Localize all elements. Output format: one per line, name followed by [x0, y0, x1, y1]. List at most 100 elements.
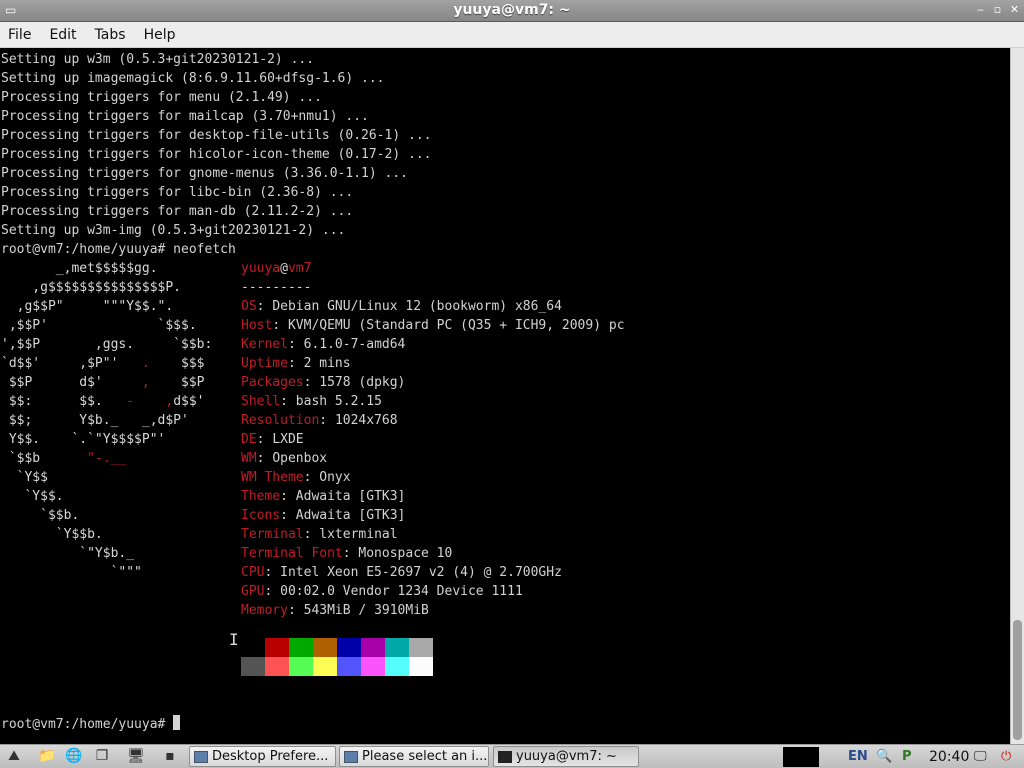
color-swatch: [313, 638, 337, 657]
output-line: Setting up w3m (0.5.3+git20230121-2) ...: [1, 52, 315, 67]
info-colon: :: [280, 394, 296, 409]
command-line: root@vm7:/home/yuuya# neofetch: [1, 242, 236, 257]
info-row: Uptime: 2 mins: [241, 354, 351, 373]
info-value: 6.1.0-7-amd64: [303, 337, 406, 352]
minimize-button[interactable]: ‒: [975, 3, 986, 17]
info-value: 00:02.0 Vendor 1234 Device 1111: [280, 584, 523, 599]
logo-line: ,g$$P" """Y$$.".: [1, 299, 174, 314]
info-value: Intel Xeon E5-2697 v2 (4) @ 2.700GHz: [280, 565, 562, 580]
window-icon: [194, 750, 208, 763]
terminal-output[interactable]: Setting up w3m (0.5.3+git20230121-2) ...…: [0, 48, 1010, 744]
info-key: Resolution: [241, 413, 320, 428]
info-row: OS: Debian GNU/Linux 12 (bookworm) x86_6…: [241, 297, 562, 316]
neofetch-separator: ---------: [241, 280, 312, 295]
terminal-scrollbar[interactable]: [1010, 48, 1024, 744]
info-row: GPU: 00:02.0 Vendor 1234 Device 1111: [241, 582, 523, 601]
info-colon: :: [287, 337, 304, 352]
info-colon: :: [280, 489, 296, 504]
window-titlebar[interactable]: ▭ yuuya@vm7: ~ ‒ ▫ ✕: [0, 0, 1024, 22]
color-swatch: [385, 638, 409, 657]
info-colon: :: [264, 565, 281, 580]
color-palette-bottom: [241, 657, 433, 676]
browser-icon[interactable]: 🌐: [64, 747, 84, 766]
info-row: WM: Openbox: [241, 449, 327, 468]
info-value: 543MiB / 3910MiB: [303, 603, 429, 618]
info-colon: :: [256, 432, 273, 447]
info-key: CPU: [241, 565, 265, 580]
task-label: yuuya@vm7: ~: [516, 749, 617, 764]
info-colon: :: [264, 584, 281, 599]
task-please-select[interactable]: Please select an i...: [339, 746, 489, 767]
color-swatch: [337, 657, 361, 676]
info-key: Memory: [241, 603, 288, 618]
clipboard-icon[interactable]: P: [902, 747, 912, 767]
color-swatch: [409, 657, 433, 676]
info-colon: :: [303, 527, 320, 542]
info-key: Kernel: [241, 337, 288, 352]
logo-line: `Y$$: [1, 470, 48, 485]
color-swatch: [409, 638, 433, 657]
menu-file[interactable]: File: [0, 27, 40, 43]
power-icon[interactable]: ⏻: [1001, 747, 1011, 767]
color-swatch: [289, 657, 313, 676]
restore-button[interactable]: ▫: [992, 3, 1003, 17]
logo-line: `$$b "-.__: [1, 451, 127, 466]
task-terminal[interactable]: yuuya@vm7: ~: [493, 746, 639, 767]
screen-lock-icon[interactable]: 🖵: [974, 747, 987, 767]
color-swatch: [241, 638, 265, 657]
task-desktop-preferences[interactable]: Desktop Prefere...: [189, 746, 336, 767]
info-key: DE: [241, 432, 257, 447]
info-value: Openbox: [272, 451, 328, 466]
info-row: Packages: 1578 (dpkg): [241, 373, 405, 392]
color-swatch: [265, 657, 289, 676]
logo-line: `"Y$b._: [1, 546, 135, 561]
color-swatch: [361, 638, 385, 657]
scrollbar-thumb[interactable]: [1013, 620, 1022, 740]
start-menu-icon[interactable]: ⛰: [4, 747, 24, 766]
info-row: Theme: Adwaita [GTK3]: [241, 487, 405, 506]
launcher-icon[interactable]: ▪: [160, 747, 180, 766]
info-value: Debian GNU/Linux 12 (bookworm) x86_64: [272, 299, 562, 314]
window-title: yuuya@vm7: ~: [453, 2, 571, 18]
color-swatch: [361, 657, 385, 676]
info-colon: :: [272, 318, 288, 333]
info-colon: :: [319, 413, 335, 428]
info-row: CPU: Intel Xeon E5-2697 v2 (4) @ 2.700GH…: [241, 563, 562, 582]
output-line: Processing triggers for desktop-file-uti…: [1, 128, 432, 143]
desktop-icon[interactable]: 🖥: [126, 747, 146, 766]
menu-help[interactable]: Help: [135, 27, 185, 43]
search-icon[interactable]: 🔍: [876, 747, 892, 767]
close-button[interactable]: ✕: [1009, 3, 1020, 17]
clock[interactable]: 20:40: [929, 747, 969, 767]
taskbar: ⛰ 📁 🌐 ❐ 🖥 ▪ Desktop Prefere... Please se…: [0, 744, 1024, 768]
menu-edit[interactable]: Edit: [40, 27, 85, 43]
prompt-text: root@vm7:/home/yuuya#: [1, 717, 174, 732]
file-manager-icon[interactable]: 📁: [37, 747, 57, 766]
info-value: lxterminal: [319, 527, 398, 542]
logo-line: `""": [1, 565, 142, 580]
tray-pager[interactable]: [783, 747, 819, 767]
window-switcher-icon[interactable]: ❐: [92, 747, 112, 766]
info-colon: :: [287, 603, 304, 618]
language-indicator[interactable]: EN: [848, 747, 868, 767]
window-controls: ‒ ▫ ✕: [975, 3, 1020, 17]
prompt-line[interactable]: root@vm7:/home/yuuya#: [1, 715, 181, 734]
task-label: Desktop Prefere...: [212, 749, 329, 764]
info-key: Terminal: [241, 527, 304, 542]
menu-bar: File Edit Tabs Help: [0, 22, 1024, 48]
info-value: Adwaita [GTK3]: [295, 489, 406, 504]
info-key: Terminal Font: [241, 546, 343, 561]
info-colon: :: [280, 508, 296, 523]
info-key: WM: [241, 451, 257, 466]
info-value: LXDE: [272, 432, 304, 447]
logo-line: _,met$$$$$gg.: [1, 261, 158, 276]
info-value: 2 mins: [303, 356, 351, 371]
menu-tabs[interactable]: Tabs: [86, 27, 135, 43]
info-key: GPU: [241, 584, 265, 599]
info-row: Kernel: 6.1.0-7-amd64: [241, 335, 405, 354]
logo-line: `Y$$b.: [1, 527, 103, 542]
info-key: Icons: [241, 508, 281, 523]
logo-line: `$$b.: [1, 508, 80, 523]
color-swatch: [313, 657, 337, 676]
output-line: Processing triggers for menu (2.1.49) ..…: [1, 90, 322, 105]
